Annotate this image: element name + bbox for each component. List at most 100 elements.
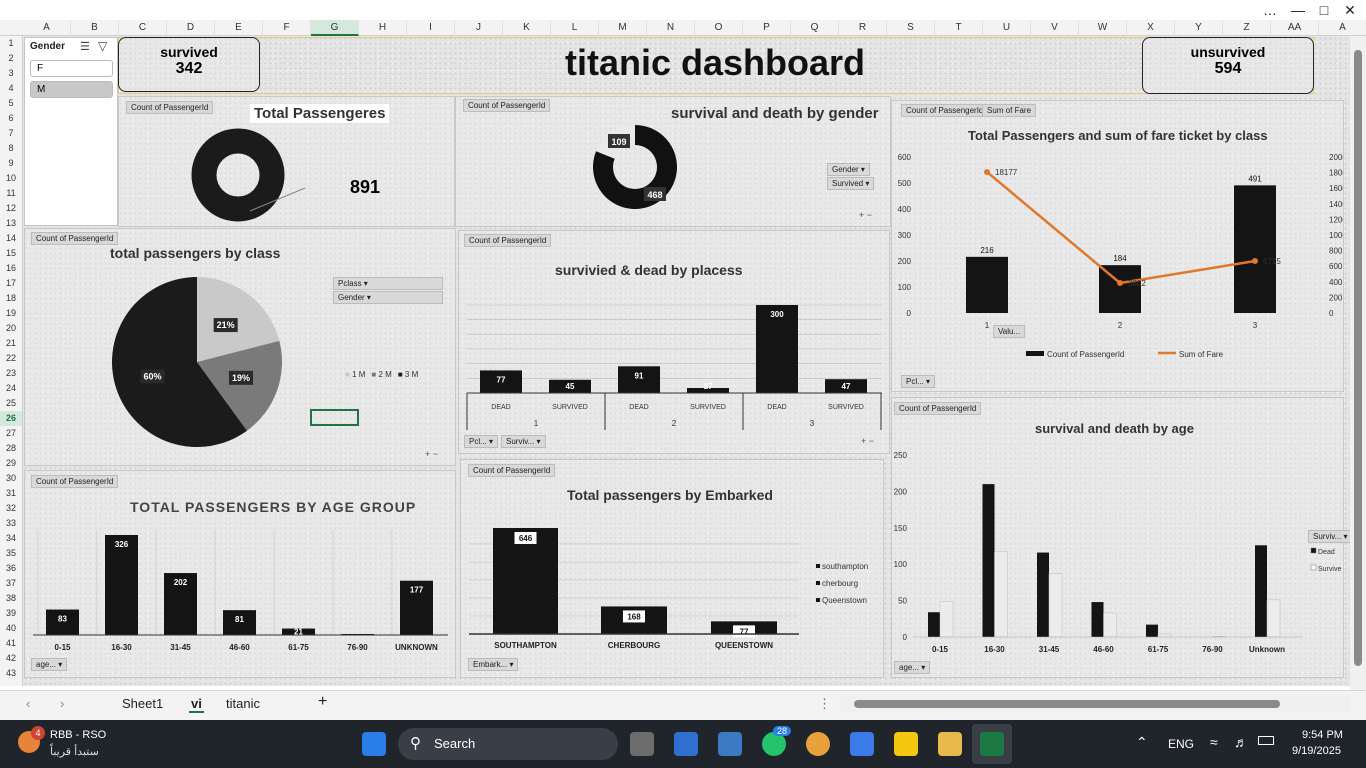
fare-field-tag-sum[interactable]: Sum of Fare bbox=[982, 104, 1037, 117]
row-header[interactable]: 22 bbox=[0, 351, 22, 366]
tray-chevron-icon[interactable]: ⌃ bbox=[1136, 734, 1148, 751]
add-sheet-button[interactable]: + bbox=[318, 693, 327, 711]
places-survived-dropdown[interactable]: Surviv... bbox=[501, 435, 546, 448]
row-header[interactable]: 32 bbox=[0, 501, 22, 516]
agegroup-dropdown[interactable]: age... bbox=[31, 658, 68, 671]
column-header[interactable]: S bbox=[887, 20, 935, 36]
column-header[interactable]: K bbox=[503, 20, 551, 36]
row-header[interactable]: 24 bbox=[0, 381, 22, 396]
column-header[interactable]: AA bbox=[1271, 20, 1319, 36]
survived-dropdown[interactable]: Survived bbox=[827, 177, 875, 190]
row-header[interactable]: 40 bbox=[0, 621, 22, 636]
row-header[interactable]: 2 bbox=[0, 51, 22, 66]
column-header[interactable]: M bbox=[599, 20, 647, 36]
column-header[interactable]: H bbox=[359, 20, 407, 36]
column-header[interactable]: I bbox=[407, 20, 455, 36]
column-header[interactable]: V bbox=[1031, 20, 1079, 36]
age-dropdown[interactable]: age... bbox=[894, 661, 931, 674]
row-header[interactable]: 43 bbox=[0, 666, 22, 681]
task-view-icon[interactable] bbox=[630, 732, 654, 756]
row-header[interactable]: 6 bbox=[0, 111, 22, 126]
battery-icon[interactable] bbox=[1258, 736, 1274, 745]
fare-field-tag-count[interactable]: Count of PassengerId bbox=[901, 104, 989, 117]
row-header[interactable]: 12 bbox=[0, 201, 22, 216]
column-header[interactable]: D bbox=[167, 20, 215, 36]
row-header[interactable]: 31 bbox=[0, 486, 22, 501]
tab-options-icon[interactable]: ⋮ bbox=[818, 696, 831, 712]
taskbar-search[interactable]: ⚲ Search bbox=[398, 728, 618, 760]
row-header[interactable]: 17 bbox=[0, 276, 22, 291]
gender-slicer[interactable]: Gender ☰ ▽ F M bbox=[24, 37, 118, 226]
row-header[interactable]: 11 bbox=[0, 186, 22, 201]
embarked-dropdown[interactable]: Embark... bbox=[468, 658, 519, 671]
teams-icon[interactable] bbox=[718, 732, 742, 756]
horizontal-scroll-thumb[interactable] bbox=[854, 700, 1280, 708]
vscode-icon[interactable] bbox=[674, 732, 698, 756]
gender-field-tag[interactable]: Count of PassengerId bbox=[463, 99, 551, 112]
active-cell[interactable] bbox=[310, 409, 359, 426]
vertical-scroll-thumb[interactable] bbox=[1354, 50, 1362, 666]
age-field-tag[interactable]: Count of PassengerId bbox=[894, 402, 982, 415]
wifi-icon[interactable]: ≈ bbox=[1210, 734, 1218, 750]
column-header[interactable]: R bbox=[839, 20, 887, 36]
column-header[interactable]: J bbox=[455, 20, 503, 36]
gender-dropdown[interactable]: Gender bbox=[827, 163, 870, 176]
pclass-dropdown[interactable]: Pclass bbox=[333, 277, 443, 290]
column-header[interactable]: C bbox=[119, 20, 167, 36]
row-header[interactable]: 23 bbox=[0, 366, 22, 381]
row-header[interactable]: 8 bbox=[0, 141, 22, 156]
row-header[interactable]: 15 bbox=[0, 246, 22, 261]
row-header[interactable]: 21 bbox=[0, 336, 22, 351]
tab-titanic[interactable]: titanic bbox=[226, 696, 260, 711]
more-options-icon[interactable]: … bbox=[1258, 0, 1282, 20]
row-header[interactable]: 35 bbox=[0, 546, 22, 561]
row-header[interactable]: 41 bbox=[0, 636, 22, 651]
powerbi-icon[interactable] bbox=[894, 732, 918, 756]
row-header[interactable]: 13 bbox=[0, 216, 22, 231]
column-header[interactable]: B bbox=[71, 20, 119, 36]
row-header[interactable]: 37 bbox=[0, 576, 22, 591]
column-header[interactable]: F bbox=[263, 20, 311, 36]
row-header[interactable]: 20 bbox=[0, 321, 22, 336]
row-header[interactable]: 28 bbox=[0, 441, 22, 456]
row-header[interactable]: 18 bbox=[0, 291, 22, 306]
row-header[interactable]: 4 bbox=[0, 81, 22, 96]
clock-time[interactable]: 9:54 PM bbox=[1302, 729, 1343, 741]
widget-title[interactable]: RBB - RSO bbox=[50, 729, 106, 741]
windows-start-icon[interactable] bbox=[362, 732, 386, 756]
multi-select-icon[interactable]: ☰ bbox=[80, 40, 90, 53]
fare-pclass-dropdown[interactable]: Pcl... bbox=[901, 375, 936, 388]
close-button[interactable]: ✕ bbox=[1338, 0, 1362, 20]
next-sheet-icon[interactable]: › bbox=[60, 696, 64, 711]
row-header[interactable]: 3 bbox=[0, 66, 22, 81]
row-header[interactable]: 10 bbox=[0, 171, 22, 186]
row-header[interactable]: 25 bbox=[0, 396, 22, 411]
column-header[interactable]: P bbox=[743, 20, 791, 36]
row-header[interactable]: 36 bbox=[0, 561, 22, 576]
slicer-item-m[interactable]: M bbox=[30, 81, 113, 98]
places-pclass-dropdown[interactable]: Pcl... bbox=[464, 435, 499, 448]
class-expand-icon[interactable]: + − bbox=[425, 449, 438, 459]
gender-expand-icon[interactable]: + − bbox=[859, 210, 872, 220]
row-header[interactable]: 38 bbox=[0, 591, 22, 606]
row-header[interactable]: 27 bbox=[0, 426, 22, 441]
row-header[interactable]: 9 bbox=[0, 156, 22, 171]
fare-values-tag[interactable]: Valu... bbox=[993, 325, 1026, 338]
vertical-scrollbar[interactable] bbox=[1350, 36, 1366, 690]
excel-icon[interactable] bbox=[980, 732, 1004, 756]
class-field-tag[interactable]: Count of PassengerId bbox=[31, 232, 119, 245]
row-header[interactable]: 29 bbox=[0, 456, 22, 471]
column-header[interactable]: Q bbox=[791, 20, 839, 36]
embarked-field-tag[interactable]: Count of PassengerId bbox=[468, 464, 556, 477]
row-header[interactable]: 39 bbox=[0, 606, 22, 621]
minimize-button[interactable]: — bbox=[1286, 0, 1310, 20]
column-header[interactable]: U bbox=[983, 20, 1031, 36]
row-header[interactable]: 33 bbox=[0, 516, 22, 531]
language-indicator[interactable]: ENG bbox=[1168, 737, 1194, 751]
chrome-icon[interactable] bbox=[806, 732, 830, 756]
column-header[interactable]: W bbox=[1079, 20, 1127, 36]
row-header[interactable]: 7 bbox=[0, 126, 22, 141]
places-expand-icon[interactable]: + − bbox=[861, 436, 874, 446]
column-header[interactable]: E bbox=[215, 20, 263, 36]
clear-filter-icon[interactable]: ▽ bbox=[98, 39, 107, 53]
